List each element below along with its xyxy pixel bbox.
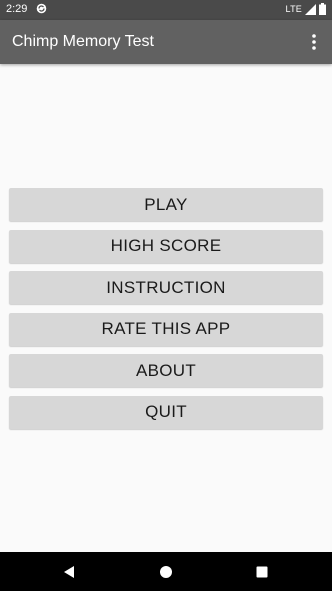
- home-icon[interactable]: [158, 564, 174, 580]
- quit-button[interactable]: QUIT: [9, 395, 323, 429]
- app-title: Chimp Memory Test: [12, 33, 154, 50]
- back-icon[interactable]: [61, 564, 77, 580]
- play-button[interactable]: PLAY: [9, 188, 323, 221]
- battery-icon: [319, 3, 326, 15]
- navigation-bar: [0, 552, 332, 591]
- recents-icon[interactable]: [254, 564, 270, 580]
- sync-icon: [36, 3, 47, 14]
- overflow-menu-icon[interactable]: [304, 32, 324, 52]
- main-menu: PLAY HIGH SCORE INSTRUCTION RATE THIS AP…: [9, 188, 323, 437]
- network-type: LTE: [285, 4, 302, 14]
- status-time: 2:29: [6, 3, 28, 15]
- status-bar: 2:29 LTE: [0, 0, 332, 20]
- app-bar: Chimp Memory Test: [0, 20, 332, 64]
- rate-this-app-button[interactable]: RATE THIS APP: [9, 312, 323, 346]
- high-score-button[interactable]: HIGH SCORE: [9, 229, 323, 263]
- signal-icon: [305, 3, 316, 15]
- status-indicators: LTE: [286, 3, 326, 15]
- instruction-button[interactable]: INSTRUCTION: [9, 271, 323, 304]
- about-button[interactable]: ABOUT: [9, 354, 323, 387]
